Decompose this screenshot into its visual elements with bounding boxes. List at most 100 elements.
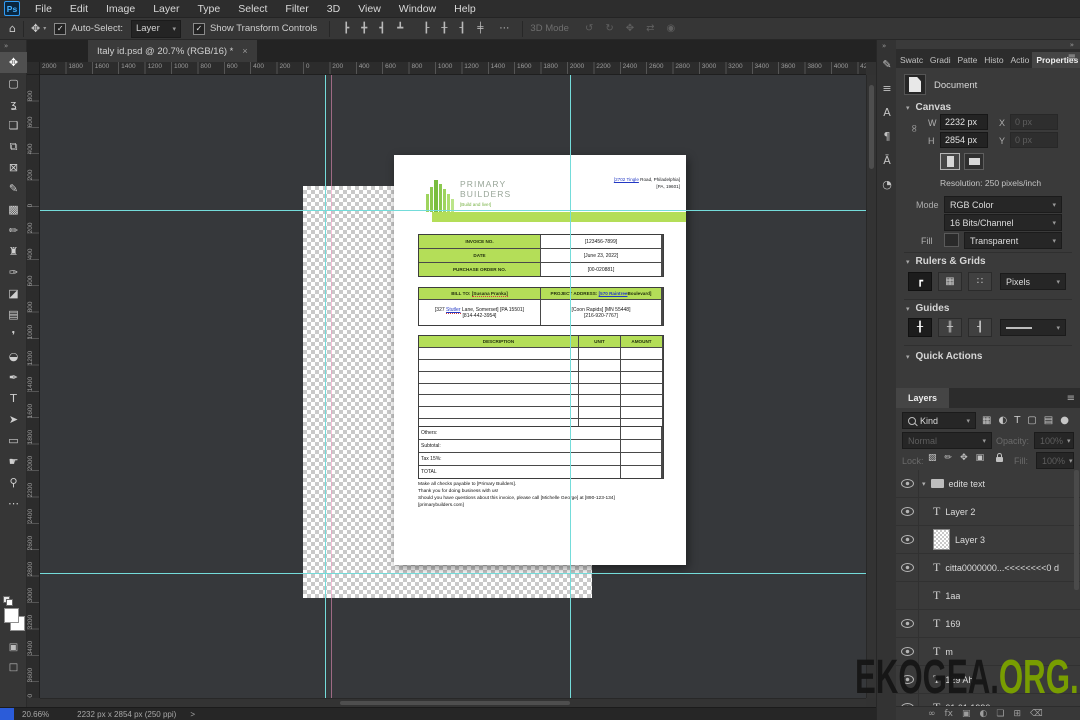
- link-layers-icon[interactable]: ∞: [928, 709, 936, 719]
- vertical-guide-pink[interactable]: [331, 75, 332, 698]
- add-mask-icon[interactable]: ▣: [962, 709, 971, 719]
- filter-pixel-layers-icon[interactable]: ▦: [982, 415, 991, 426]
- filter-adjustment-layers-icon[interactable]: ◐: [998, 415, 1007, 426]
- layers-tab[interactable]: Layers: [896, 388, 950, 408]
- libraries-panel-icon[interactable]: ◔: [877, 172, 897, 196]
- object-selection-tool[interactable]: ❏: [0, 115, 27, 136]
- layer-name[interactable]: 169: [945, 619, 960, 629]
- menu-item[interactable]: Filter: [276, 0, 317, 18]
- path-selection-tool[interactable]: ➤: [0, 409, 27, 430]
- horizontal-guide[interactable]: [40, 573, 866, 574]
- auto-select-target-dropdown[interactable]: Layer: [130, 19, 181, 38]
- menu-item[interactable]: Image: [97, 0, 144, 18]
- layer-thumbnail[interactable]: [933, 529, 950, 550]
- horizontal-scrollbar[interactable]: [40, 698, 866, 707]
- panel-menu-icon[interactable]: ≡: [1068, 52, 1076, 63]
- lock-transparency-icon[interactable]: ▨: [928, 453, 937, 463]
- new-guide-icon[interactable]: ╂: [908, 318, 932, 337]
- zoom-level[interactable]: 20.66%: [22, 710, 49, 719]
- distribute-center-icon[interactable]: ╂: [441, 23, 447, 34]
- screen-mode-icon[interactable]: □: [0, 662, 27, 673]
- character-panel-icon[interactable]: A: [877, 100, 897, 124]
- hand-tool[interactable]: ☛: [0, 451, 27, 472]
- visibility-toggle[interactable]: [896, 526, 919, 553]
- rectangle-tool[interactable]: ▭: [0, 430, 27, 451]
- lasso-tool[interactable]: ʓ: [0, 94, 27, 115]
- guide-style-dropdown[interactable]: [1000, 319, 1066, 336]
- filter-toggle-icon[interactable]: ●: [1060, 415, 1069, 426]
- quick-mask-icon[interactable]: ▣: [0, 642, 27, 653]
- filter-smart-objects-icon[interactable]: ▤: [1044, 415, 1053, 426]
- status-chevron-icon[interactable]: >: [190, 710, 195, 719]
- dodge-tool[interactable]: ◒: [0, 346, 27, 367]
- horizontal-ruler[interactable]: 2000 1800 1600 1400 1200 1000 800 600 400 200 0 200…: [40, 62, 866, 75]
- layer-row[interactable]: citta0000000...<<<<<<<<0 d: [896, 554, 1080, 582]
- units-dropdown[interactable]: Pixels: [1000, 273, 1066, 290]
- rulers-grids-section-header[interactable]: Rulers & Grids: [906, 256, 986, 267]
- gradient-tool[interactable]: ▤: [0, 304, 27, 325]
- brush-tool[interactable]: ✏: [0, 220, 27, 241]
- vertical-scrollbar[interactable]: [866, 75, 876, 698]
- portrait-orientation-button[interactable]: [940, 153, 960, 170]
- grid-toggle-icon[interactable]: ▦: [938, 272, 962, 291]
- align-right-icon[interactable]: ┫: [379, 23, 385, 34]
- vertical-ruler[interactable]: 800 600 400 200 0 200 400 600 800 1000 1200 1400 160…: [27, 75, 40, 698]
- horizontal-guide[interactable]: [40, 210, 866, 211]
- vertical-guide[interactable]: [325, 75, 326, 698]
- panel-tab[interactable]: Patte: [953, 52, 980, 68]
- document-tab[interactable]: Italy id.psd @ 20.7% (RGB/16) * ×: [88, 40, 257, 62]
- chevron-down-icon[interactable]: [922, 480, 926, 488]
- link-dimensions-icon[interactable]: ∞: [908, 124, 921, 133]
- eyedropper-tool[interactable]: ✎: [0, 178, 27, 199]
- foreground-color-swatch[interactable]: [4, 608, 19, 623]
- layer-name[interactable]: Layer 2: [945, 507, 975, 517]
- edit-toolbar-button[interactable]: ⋯: [0, 493, 27, 514]
- rulers-toggle-icon[interactable]: ┏: [908, 272, 932, 291]
- zoom-tool[interactable]: ⚲: [0, 472, 27, 493]
- adjustment-layer-icon[interactable]: ◐: [980, 709, 988, 719]
- close-tab-icon[interactable]: ×: [242, 46, 247, 56]
- scrollbar-thumb[interactable]: [869, 85, 874, 169]
- align-center-icon[interactable]: ╋: [361, 23, 367, 34]
- menu-item[interactable]: View: [349, 0, 390, 18]
- height-input[interactable]: 2854 px: [940, 132, 988, 148]
- layer-effects-icon[interactable]: fx: [945, 709, 954, 719]
- menu-item[interactable]: Help: [445, 0, 485, 18]
- layer-row[interactable]: edite text: [896, 470, 1080, 498]
- auto-select-checkbox[interactable]: ✓: [54, 22, 67, 35]
- color-mode-dropdown[interactable]: RGB Color: [944, 196, 1062, 213]
- guides-section-header[interactable]: Guides: [906, 303, 950, 314]
- visibility-toggle[interactable]: [896, 554, 919, 581]
- pen-tool[interactable]: ✒: [0, 367, 27, 388]
- panel-tab[interactable]: Gradi: [926, 52, 954, 68]
- home-icon[interactable]: ⌂: [9, 22, 16, 35]
- type-tool[interactable]: T: [0, 388, 27, 409]
- layer-row[interactable]: Layer 2: [896, 498, 1080, 526]
- visibility-toggle[interactable]: [896, 498, 919, 525]
- visibility-toggle[interactable]: [896, 470, 919, 497]
- lock-position-icon[interactable]: ✥: [960, 453, 968, 463]
- landscape-orientation-button[interactable]: [964, 153, 984, 170]
- blur-tool[interactable]: ❜: [0, 325, 27, 346]
- menu-item[interactable]: 3D: [318, 0, 349, 18]
- distribute-horizontal-icon[interactable]: ╪: [477, 23, 483, 34]
- layers-menu-icon[interactable]: ≡: [1067, 393, 1075, 404]
- lock-all-icon[interactable]: [996, 453, 1003, 462]
- clear-guides-icon[interactable]: ┨: [968, 318, 992, 337]
- healing-brush-tool[interactable]: ▩: [0, 199, 27, 220]
- distribute-right-icon[interactable]: ┨: [459, 23, 465, 34]
- layer-name[interactable]: edite text: [949, 479, 986, 489]
- more-options-icon[interactable]: ⋯: [499, 23, 509, 34]
- new-group-icon[interactable]: ❏: [996, 709, 1004, 719]
- paragraph-panel-icon[interactable]: ¶: [877, 124, 897, 148]
- clone-stamp-tool[interactable]: ♜: [0, 241, 27, 262]
- expand-panels-icon[interactable]: »: [877, 40, 896, 52]
- menu-item[interactable]: Type: [188, 0, 229, 18]
- filter-type-layers-icon[interactable]: T: [1014, 415, 1020, 426]
- menu-item[interactable]: Edit: [61, 0, 97, 18]
- move-tool[interactable]: ✥: [0, 52, 27, 73]
- layers-scrollbar[interactable]: [1074, 470, 1079, 590]
- panel-tab[interactable]: Histo: [980, 52, 1006, 68]
- panel-tab[interactable]: Actio: [1006, 52, 1032, 68]
- new-layer-icon[interactable]: ⊞: [1013, 709, 1021, 719]
